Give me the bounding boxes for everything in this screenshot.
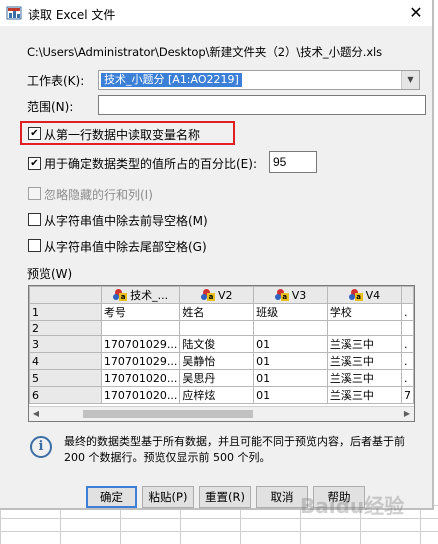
table-cell: 170701020... bbox=[100, 369, 181, 387]
table-cell: . bbox=[400, 369, 414, 387]
table-row: 2 bbox=[29, 320, 414, 336]
table-cell: 兰溪三中 bbox=[326, 386, 402, 404]
row-number: 1 bbox=[29, 303, 102, 321]
ok-button[interactable]: 确定 bbox=[86, 486, 137, 508]
percent-label: 用于确定数据类型的值所占的百分比(E): bbox=[44, 157, 257, 171]
horizontal-scrollbar[interactable]: ◀ ▶ bbox=[29, 406, 414, 421]
table-cell: 吴思丹 bbox=[179, 369, 255, 387]
row-number: 5 bbox=[29, 369, 102, 387]
info-icon: i bbox=[30, 436, 52, 458]
table-cell: . bbox=[400, 335, 414, 353]
table-row: 5 170701020... 吴思丹 01 兰溪三中 . bbox=[29, 369, 414, 387]
watermark: Baidu经验 bbox=[300, 494, 405, 518]
table-cell: 01 bbox=[253, 352, 328, 370]
scroll-right-icon[interactable]: ▶ bbox=[400, 407, 414, 421]
info-message: 最终的数据类型基于所有数据，并且可能不同于预览内容，后者基于前 200 个数据行… bbox=[64, 435, 405, 464]
reset-button[interactable]: 重置(R) bbox=[199, 486, 251, 508]
string-variable-icon: a bbox=[201, 289, 215, 301]
table-cell: 学校 bbox=[326, 303, 402, 321]
column-header[interactable]: a V2 bbox=[179, 286, 255, 304]
table-cell: 姓名 bbox=[179, 303, 255, 321]
table-cell: 7 bbox=[400, 386, 414, 404]
table-row: 4 170701029... 吴静怡 01 兰溪三中 . bbox=[29, 352, 414, 370]
worksheet-label: 工作表(K): bbox=[27, 74, 85, 88]
table-cell: 陆文俊 bbox=[179, 335, 255, 353]
table-cell: 兰溪三中 bbox=[326, 352, 402, 370]
table-cell: 吴静怡 bbox=[179, 352, 255, 370]
table-cell bbox=[326, 320, 402, 336]
table-cell: 兰溪三中 bbox=[326, 335, 402, 353]
ignore-hidden-checkbox[interactable] bbox=[28, 187, 41, 200]
worksheet-dropdown[interactable]: 技术_小题分 [A1:AO2219] ▼ bbox=[98, 70, 420, 90]
table-cell: 170701029... bbox=[100, 352, 181, 370]
table-cell: 01 bbox=[253, 369, 328, 387]
trim-trailing-checkbox[interactable] bbox=[28, 239, 41, 252]
table-cell: 考号 bbox=[100, 303, 181, 321]
read-var-names-label: 从第一行数据中读取变量名称 bbox=[44, 128, 201, 142]
window-title: 读取 Excel 文件 bbox=[28, 8, 116, 22]
table-row: 3 170701029... 陆文俊 01 兰溪三中 . bbox=[29, 335, 414, 353]
table-cell: 170701020... bbox=[100, 386, 181, 404]
table-cell: 班级 bbox=[253, 303, 328, 321]
string-variable-icon: a bbox=[113, 289, 128, 301]
column-header[interactable]: a V4 bbox=[326, 286, 402, 304]
trim-leading-checkbox[interactable] bbox=[28, 213, 41, 226]
row-number: 2 bbox=[29, 320, 102, 336]
table-cell: 01 bbox=[253, 335, 328, 353]
table-cell: . bbox=[400, 352, 414, 370]
row-number: 4 bbox=[29, 352, 102, 370]
scrollbar-thumb[interactable] bbox=[83, 410, 253, 418]
file-path: C:\Users\Administrator\Desktop\新建文件夹（2）\… bbox=[27, 45, 383, 59]
preview-grid[interactable]: a 技术_... a V2 a V3 a V4 1 考号 姓名 班级 学校 . 2 bbox=[28, 285, 415, 422]
paste-button[interactable]: 粘贴(P) bbox=[142, 486, 194, 508]
corner-cell bbox=[29, 286, 102, 304]
percent-input[interactable] bbox=[269, 151, 317, 173]
string-variable-icon: a bbox=[348, 289, 363, 301]
title-bar: 读取 Excel 文件 ✕ bbox=[0, 0, 432, 26]
spss-app-icon bbox=[6, 6, 22, 20]
table-cell bbox=[400, 320, 414, 336]
preview-header-row: a 技术_... a V2 a V3 a V4 bbox=[29, 286, 414, 304]
column-header[interactable]: a V3 bbox=[253, 286, 328, 304]
column-header bbox=[400, 286, 414, 304]
table-cell: 应梓炫 bbox=[179, 386, 255, 404]
read-var-names-checkbox[interactable]: ✔ bbox=[28, 127, 41, 140]
ignore-hidden-label: 忽略隐藏的行和列(I) bbox=[44, 188, 153, 202]
string-variable-icon: a bbox=[274, 289, 289, 301]
table-cell: . bbox=[400, 303, 414, 321]
table-cell bbox=[253, 320, 328, 336]
table-cell bbox=[179, 320, 255, 336]
close-icon[interactable]: ✕ bbox=[400, 0, 432, 26]
row-number: 3 bbox=[29, 335, 102, 353]
trim-leading-label: 从字符串值中除去前导空格(M) bbox=[44, 214, 208, 228]
table-cell bbox=[100, 320, 181, 336]
trim-trailing-label: 从字符串值中除去尾部空格(G) bbox=[44, 240, 207, 254]
table-cell: 01 bbox=[253, 386, 328, 404]
range-label: 范围(N): bbox=[27, 100, 74, 114]
percent-checkbox[interactable]: ✔ bbox=[28, 157, 41, 170]
row-number: 6 bbox=[29, 386, 102, 404]
table-cell: 170701029... bbox=[100, 335, 181, 353]
scroll-left-icon[interactable]: ◀ bbox=[29, 407, 43, 421]
chevron-down-icon[interactable]: ▼ bbox=[401, 71, 419, 89]
preview-table: a 技术_... a V2 a V3 a V4 1 考号 姓名 班级 学校 . 2 bbox=[29, 286, 414, 404]
worksheet-selected-value: 技术_小题分 [A1:AO2219] bbox=[101, 73, 242, 87]
table-row: 6 170701020... 应梓炫 01 兰溪三中 7 bbox=[29, 386, 414, 404]
preview-label: 预览(W) bbox=[27, 267, 73, 281]
read-excel-dialog: 读取 Excel 文件 ✕ C:\Users\Administrator\Des… bbox=[0, 0, 434, 510]
table-row: 1 考号 姓名 班级 学校 . bbox=[29, 303, 414, 321]
table-cell: 兰溪三中 bbox=[326, 369, 402, 387]
column-header[interactable]: a 技术_... bbox=[100, 286, 181, 304]
range-input[interactable] bbox=[98, 95, 426, 115]
